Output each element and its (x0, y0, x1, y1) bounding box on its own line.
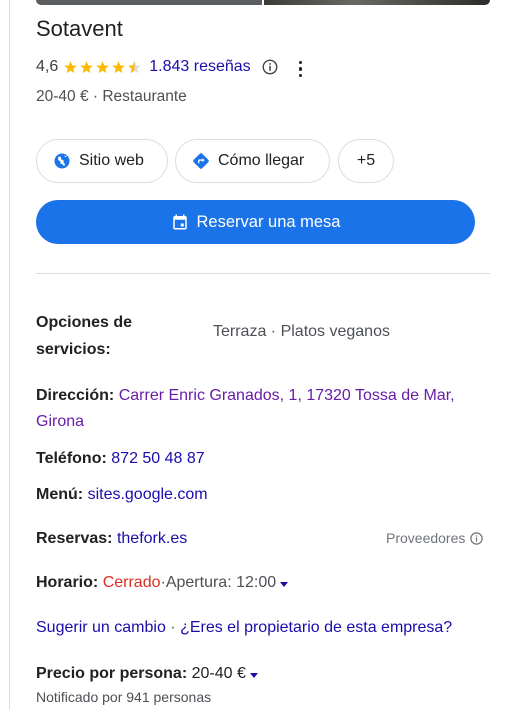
star-icon (96, 60, 109, 73)
photo-thumbnail[interactable] (264, 0, 490, 5)
price-per-person-value[interactable]: 20-40 € (192, 661, 246, 687)
left-panel-border (9, 0, 10, 710)
price-per-person-row: Precio por persona: 20-40 € (36, 661, 258, 687)
category: Restaurante (102, 88, 187, 105)
hours-row: Horario: Cerrado · Apertura: 12:00 (36, 570, 289, 596)
phone-row: Teléfono: 872 50 48 87 (36, 446, 205, 472)
photo-strip[interactable] (36, 0, 490, 5)
service-options-value: Terraza · Platos veganos (213, 323, 390, 340)
photo-thumbnail[interactable] (36, 0, 262, 5)
hours-status: Cerrado (102, 574, 161, 591)
business-title: Sotavent (36, 16, 123, 41)
info-icon[interactable] (261, 58, 279, 76)
menu-label: Menú: (36, 486, 84, 503)
providers-label: Proveedores (386, 530, 466, 546)
rating-value: 4,6 (36, 58, 59, 75)
price-range: 20-40 € (36, 88, 89, 105)
reserve-table-label: Reservar una mesa (196, 212, 341, 231)
calendar-icon (172, 214, 187, 230)
owner-link[interactable]: ¿Eres el propietario de esta empresa? (180, 619, 452, 636)
website-button-label: Sitio web (79, 152, 144, 169)
meta-row: 20-40 € · Restaurante (36, 88, 187, 106)
reservations-link[interactable]: thefork.es (117, 530, 187, 547)
more-options-icon[interactable] (293, 60, 309, 78)
star-icon (112, 60, 125, 73)
caret-down-icon[interactable] (280, 581, 289, 587)
star-rating (63, 60, 143, 75)
menu-link[interactable]: sites.google.com (88, 486, 208, 503)
menu-row: Menú: sites.google.com (36, 482, 208, 508)
meta-separator: · (88, 88, 103, 105)
info-icon (470, 531, 484, 545)
phone-label: Teléfono: (36, 450, 107, 467)
website-button[interactable]: Sitio web (36, 139, 168, 183)
reservations-label: Reservas: (36, 530, 113, 547)
section-divider (36, 273, 490, 274)
price-note: Notificado por 941 personas (36, 689, 212, 705)
star-icon (64, 60, 77, 73)
half-star-icon (128, 60, 141, 73)
suggest-separator: · (165, 619, 181, 636)
more-actions-button[interactable]: +5 (338, 139, 394, 183)
address-label: Dirección: (36, 387, 115, 404)
suggest-row: Sugerir un cambio · ¿Eres el propietario… (36, 615, 452, 641)
price-per-person-label: Precio por persona: (36, 665, 188, 682)
hours-label: Horario: (36, 574, 99, 591)
rating-row: 4,6 1.843 reseñas (36, 56, 309, 78)
reservations-row: Reservas: thefork.es (36, 526, 187, 552)
reviews-link[interactable]: 1.843 reseñas (149, 58, 250, 76)
address-row: Dirección: Carrer Enric Granados, 1, 173… (36, 383, 496, 435)
star-icon (80, 60, 93, 73)
suggest-edit-link[interactable]: Sugerir un cambio (36, 619, 166, 636)
service-options-label: Opciones de servicios: (36, 314, 133, 358)
caret-down-icon[interactable] (249, 672, 258, 678)
directions-button[interactable]: Cómo llegar (175, 139, 330, 183)
providers-info[interactable]: Proveedores (386, 530, 484, 546)
globe-icon (54, 153, 70, 169)
hours-next-open[interactable]: Apertura: 12:00 (166, 570, 276, 596)
reserve-table-button[interactable]: Reservar una mesa (36, 200, 475, 244)
directions-icon (193, 153, 209, 169)
phone-link[interactable]: 872 50 48 87 (111, 450, 204, 467)
more-actions-label: +5 (356, 152, 376, 169)
directions-button-label: Cómo llegar (218, 152, 305, 169)
